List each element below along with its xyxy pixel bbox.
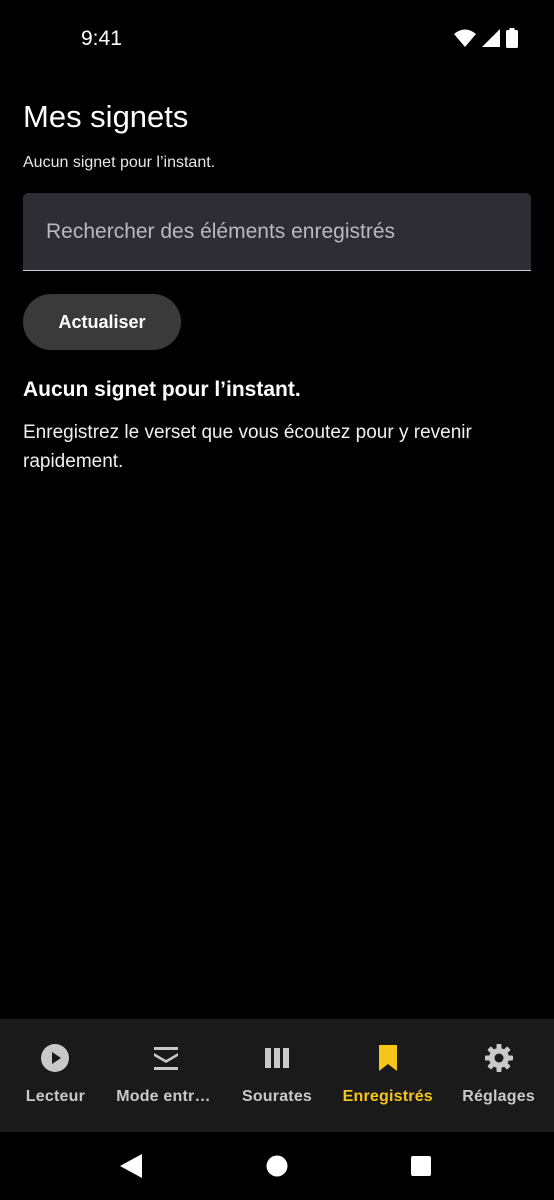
nav-label: Sourates <box>241 1088 313 1105</box>
empty-state-description: Enregistrez le verset que vous écoutez p… <box>23 422 472 472</box>
nav-label: Mode entraînement <box>116 1088 216 1105</box>
layers-icon <box>151 1043 181 1073</box>
status-bar: 9:41 <box>0 0 554 80</box>
nav-label: Réglages <box>462 1088 535 1105</box>
nav-item-lecteur[interactable]: Lecteur <box>0 1019 111 1132</box>
nav-item-reglages[interactable]: Réglages <box>443 1019 554 1132</box>
main-content: Mes signets Aucun signet pour l’instant.… <box>23 96 531 476</box>
refresh-button[interactable]: Actualiser <box>23 294 181 350</box>
nav-label: Lecteur <box>25 1088 85 1105</box>
recents-icon[interactable] <box>409 1154 433 1178</box>
nav-item-enregistres[interactable]: Enregistrés <box>332 1019 443 1132</box>
play-circle-icon <box>40 1043 70 1073</box>
gear-icon <box>484 1043 514 1073</box>
bookmark-icon <box>373 1043 403 1073</box>
nav-item-mode-entrainement[interactable]: Mode entraînement <box>111 1019 222 1132</box>
system-navigation-bar <box>0 1132 554 1200</box>
status-time: 9:41 <box>81 27 122 50</box>
page-title: Mes signets <box>23 99 189 134</box>
search-input[interactable] <box>23 193 531 270</box>
status-icons <box>454 28 518 48</box>
library-icon <box>262 1043 292 1073</box>
nav-label: Enregistrés <box>342 1088 433 1105</box>
back-icon[interactable] <box>119 1154 143 1178</box>
signal-icon <box>482 29 500 47</box>
page-subtitle: Aucun signet pour l’instant. <box>23 154 216 171</box>
search-field[interactable] <box>23 193 531 271</box>
empty-state-title: Aucun signet pour l’instant. <box>23 378 301 401</box>
home-icon[interactable] <box>265 1154 289 1178</box>
battery-icon <box>506 28 518 48</box>
bottom-navigation: Lecteur Mode entraînement Sourates Enreg… <box>0 1019 554 1132</box>
nav-item-sourates[interactable]: Sourates <box>222 1019 333 1132</box>
wifi-icon <box>454 29 476 47</box>
